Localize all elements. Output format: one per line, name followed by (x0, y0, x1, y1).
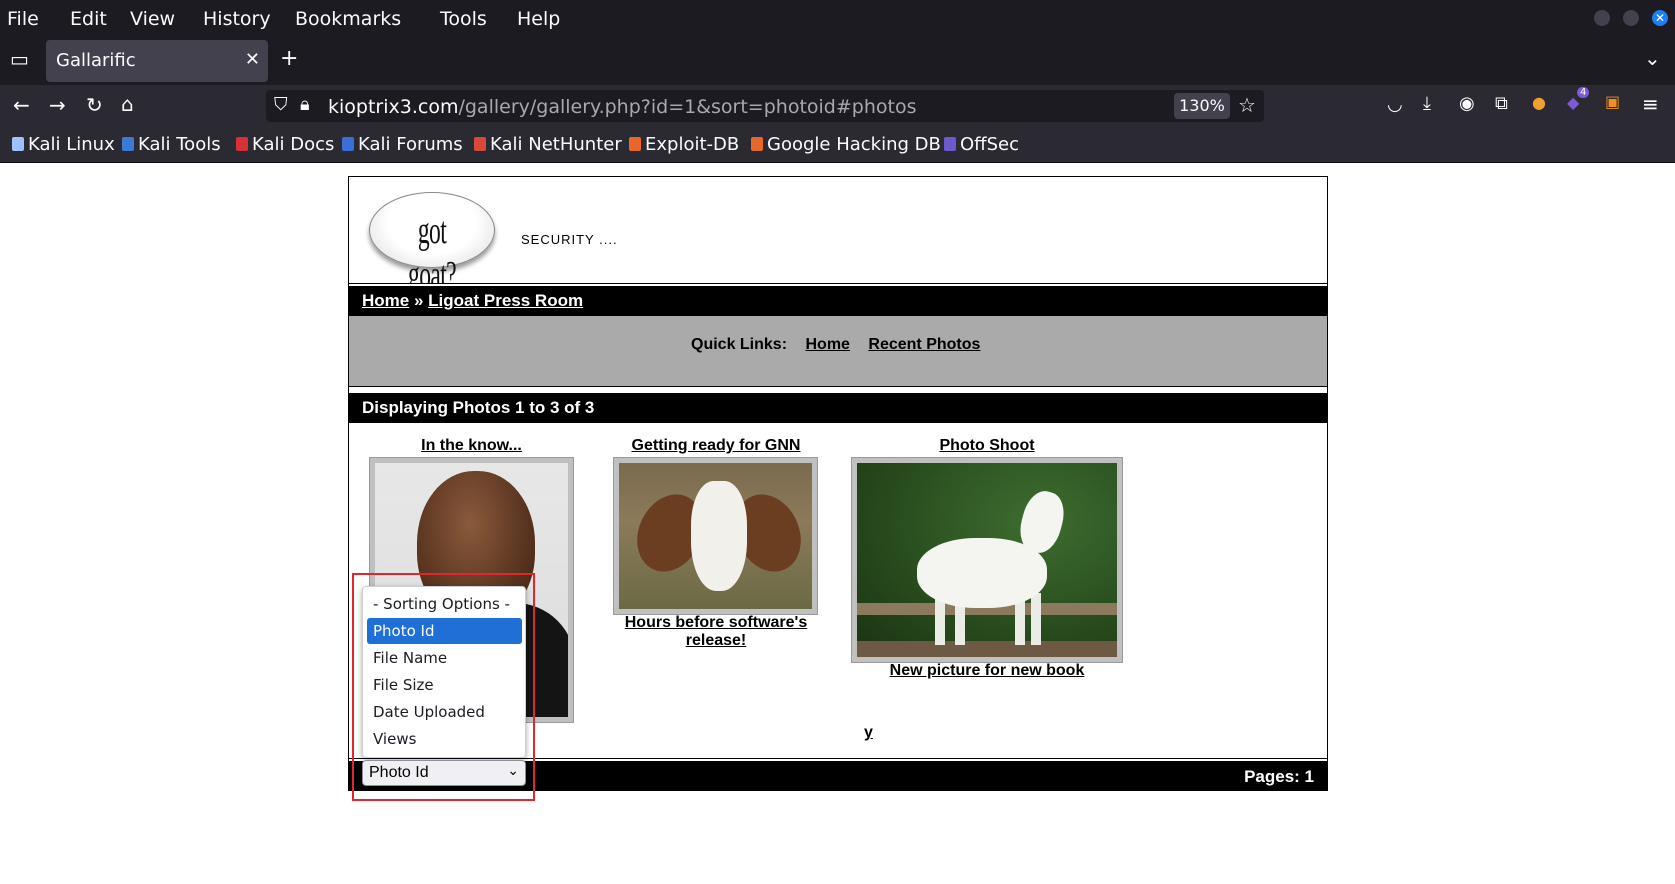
minimize-button[interactable] (1594, 10, 1610, 26)
displaying-text: Displaying Photos 1 to 3 of 3 (362, 398, 595, 417)
quick-link-home[interactable]: Home (805, 336, 849, 353)
cookie-extension-icon[interactable]: ● (1532, 93, 1546, 112)
annotation-highlight-box (352, 573, 535, 801)
shield-icon[interactable]: ⛉ (274, 94, 288, 115)
bookmark-kali-linux[interactable]: Kali Linux (12, 134, 115, 155)
bookmark-kali-tools[interactable]: Kali Tools (122, 134, 221, 155)
photo-getting-ready[interactable] (619, 463, 812, 609)
list-tabs-icon[interactable]: ⌄ (1644, 46, 1661, 70)
lock-icon[interactable]: 🔒︎ (300, 94, 310, 115)
extension-badge: 4 (1577, 87, 1590, 98)
extensions-icon[interactable]: ⧉ (1495, 93, 1508, 114)
window-close-button[interactable]: ✕ (1652, 10, 1668, 26)
platform (857, 641, 1117, 657)
new-tab-icon[interactable]: + (280, 46, 298, 71)
tab-gallarific[interactable]: Gallarific ✕ (46, 40, 268, 82)
url-bar[interactable]: ⛉ 🔒︎ kioptrix3.com/gallery/gallery.php?i… (266, 90, 1264, 122)
ip-extension-icon[interactable]: ▣ (1605, 92, 1620, 111)
goat-leg (1031, 593, 1041, 645)
bookmark-exploit-db[interactable]: Exploit-DB (629, 134, 739, 155)
breadcrumb-separator: » (413, 291, 424, 310)
tab-title: Gallarific (56, 50, 136, 71)
photo-frame-3[interactable] (851, 457, 1123, 663)
bookmark-star-icon[interactable]: ☆ (1238, 93, 1256, 117)
pages-indicator: Pages: 1 (1244, 767, 1314, 786)
bookmark-kali-forums[interactable]: Kali Forums (342, 134, 463, 155)
exploit-db-icon (629, 137, 641, 151)
site-logo[interactable]: got goat? (369, 192, 495, 296)
tab-close-icon[interactable]: ✕ (245, 49, 260, 70)
tab-overview-icon[interactable]: ▭ (10, 47, 29, 71)
menu-bookmarks[interactable]: Bookmarks (295, 8, 401, 30)
maximize-button[interactable] (1623, 10, 1639, 26)
reload-icon[interactable]: ↻ (86, 93, 103, 117)
bookmark-google-hacking-db[interactable]: Google Hacking DB (751, 134, 941, 155)
menu-history[interactable]: History (203, 8, 271, 30)
zoom-level[interactable]: 130% (1174, 93, 1230, 119)
bookmark-kali-docs[interactable]: Kali Docs (236, 134, 334, 155)
quick-links-bar: Quick Links: Home Recent Photos (349, 316, 1327, 387)
url-text: kioptrix3.com/gallery/gallery.php?id=1&s… (328, 96, 917, 118)
photo-caption-3[interactable]: New picture for new book (851, 662, 1123, 680)
bookmark-kali-nethunter[interactable]: Kali NetHunter (474, 134, 622, 155)
bookmark-offsec[interactable]: OffSec (944, 134, 1019, 155)
menu-tools[interactable]: Tools (440, 8, 487, 30)
breadcrumb-current-link[interactable]: Ligoat Press Room (428, 291, 583, 310)
goat-face (691, 481, 747, 591)
photo-caption-1[interactable]: y (864, 724, 873, 742)
photo-title-3[interactable]: Photo Shoot (851, 437, 1123, 455)
menu-edit[interactable]: Edit (70, 8, 107, 30)
offsec-icon (944, 137, 956, 151)
photo-title-1[interactable]: In the know... (369, 437, 574, 455)
breadcrumb-home-link[interactable]: Home (362, 291, 409, 310)
bookmarks-toolbar: Kali Linux Kali Tools Kali Docs Kali For… (0, 127, 1675, 163)
app-menu-icon[interactable]: ≡ (1642, 92, 1659, 116)
displaying-bar: Displaying Photos 1 to 3 of 3 (349, 393, 1327, 423)
menu-view[interactable]: View (130, 8, 175, 30)
quick-link-recent-photos[interactable]: Recent Photos (868, 336, 980, 353)
photo-photo-shoot[interactable] (857, 463, 1117, 657)
pocket-icon[interactable]: ◡ (1387, 94, 1403, 115)
breadcrumb: Home » Ligoat Press Room (348, 283, 1328, 316)
site-tagline: SECURITY .... (521, 232, 618, 247)
kali-forums-icon (342, 137, 354, 151)
menu-help[interactable]: Help (517, 8, 560, 30)
tab-bar: ▭ Gallarific ✕ + ⌄ (0, 37, 1675, 85)
photo-frame-2[interactable] (613, 457, 818, 615)
nethunter-icon (474, 137, 486, 151)
nav-bar: ← → ↻ ⌂ ⛉ 🔒︎ kioptrix3.com/gallery/galle… (0, 85, 1675, 127)
home-icon[interactable]: ⌂ (121, 92, 134, 116)
kali-docs-icon (236, 137, 248, 151)
kali-tools-icon (122, 137, 134, 151)
back-icon[interactable]: ← (13, 93, 30, 117)
quick-links-label: Quick Links: (691, 336, 788, 353)
menu-file[interactable]: File (7, 8, 39, 30)
photo-caption-2[interactable]: Hours before software's release! (601, 614, 831, 650)
menu-bar: File Edit View History Bookmarks Tools H… (0, 0, 1675, 37)
photo-title-2[interactable]: Getting ready for GNN (611, 437, 821, 455)
kali-icon (12, 137, 24, 151)
forward-icon[interactable]: → (49, 93, 66, 117)
account-icon[interactable]: ◉ (1459, 93, 1475, 114)
downloads-icon[interactable]: ⤓ (1423, 93, 1431, 114)
ghdb-icon (751, 137, 763, 151)
